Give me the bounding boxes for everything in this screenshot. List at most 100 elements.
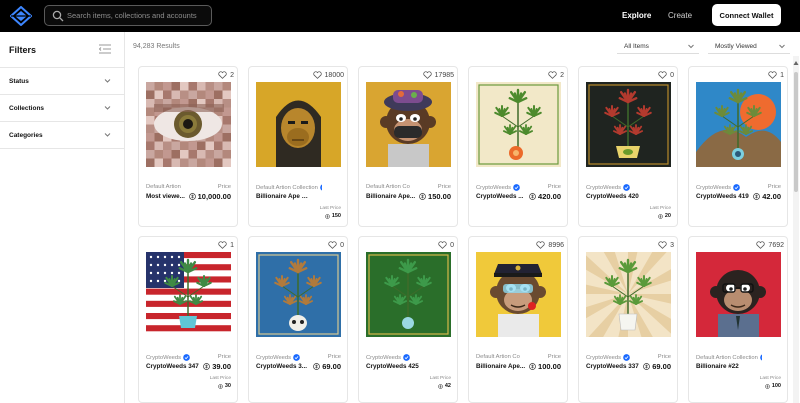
heart-icon[interactable] — [756, 241, 766, 249]
nft-card-0[interactable]: 2 Default Artion Price Most viewe... 10,… — [138, 66, 238, 227]
nft-card-10[interactable]: 3 CryptoWeeds Price CryptoWeeds 337 69.0… — [578, 236, 678, 403]
nft-image[interactable] — [696, 252, 781, 337]
nft-name[interactable]: CryptoWeeds ... — [476, 193, 523, 200]
heart-icon[interactable] — [768, 71, 777, 79]
collection-name[interactable]: Default Artion Collection — [256, 184, 322, 191]
nft-card-6[interactable]: 1 CryptoWeeds Price CryptoWeeds 347 39.0… — [138, 236, 238, 403]
verified-badge-icon — [623, 354, 630, 361]
heart-icon[interactable] — [536, 241, 546, 249]
heart-icon[interactable] — [658, 71, 667, 79]
collection-name[interactable]: Default Artion Co — [366, 184, 410, 190]
scrollbar-thumb[interactable] — [794, 72, 798, 192]
last-price-amount: 20 — [664, 213, 671, 219]
nft-image[interactable] — [366, 82, 451, 167]
heart-icon[interactable] — [312, 71, 322, 79]
nft-card-3[interactable]: 2 CryptoWeeds Price CryptoWeeds ... 420.… — [468, 66, 568, 227]
like-count[interactable]: 0 — [328, 241, 344, 249]
collapse-filters-icon[interactable] — [99, 44, 111, 54]
collection-name[interactable]: Default Artion — [146, 184, 181, 190]
nft-name[interactable]: CryptoWeeds 337 — [586, 363, 639, 370]
collection-name[interactable]: CryptoWeeds — [476, 184, 520, 191]
nft-image[interactable] — [256, 82, 341, 167]
currency-icon — [529, 363, 536, 370]
search-box[interactable] — [44, 5, 212, 26]
heart-icon[interactable] — [548, 71, 557, 79]
heart-icon[interactable] — [438, 241, 447, 249]
nft-name[interactable]: Billionaire Ape... — [476, 363, 525, 370]
scroll-up-arrow-icon[interactable] — [793, 60, 799, 66]
like-count[interactable]: 18000 — [312, 71, 344, 79]
filter-section-categories[interactable]: Categories — [0, 122, 124, 149]
nft-card-9[interactable]: 8996 Default Artion Co Price Billionaire… — [468, 236, 568, 403]
nft-card-1[interactable]: 18000 Default Artion Collection Billiona… — [248, 66, 348, 227]
collection-name[interactable]: CryptoWeeds — [366, 354, 410, 361]
like-count[interactable]: 17985 — [422, 71, 454, 79]
collection-name[interactable]: Default Artion Co — [476, 354, 520, 360]
nft-image[interactable] — [586, 252, 671, 337]
nav-create-link[interactable]: Create — [668, 11, 692, 20]
heart-icon[interactable] — [422, 71, 432, 79]
connect-wallet-button[interactable]: Connect Wallet — [712, 4, 781, 26]
nft-card-2[interactable]: 17985 Default Artion Co Price Billionair… — [358, 66, 458, 227]
nft-image[interactable] — [476, 82, 561, 167]
nft-image[interactable] — [366, 252, 451, 337]
nft-card-8[interactable]: 0 CryptoWeeds CryptoWeeds 425 Last Price… — [358, 236, 458, 403]
like-count[interactable]: 2 — [548, 71, 564, 79]
chevron-down-icon — [688, 44, 694, 49]
filter-section-status[interactable]: Status — [0, 68, 124, 95]
filter-section-collections[interactable]: Collections — [0, 95, 124, 122]
like-count-value: 1 — [780, 71, 784, 79]
heart-icon[interactable] — [218, 71, 227, 79]
search-input[interactable] — [67, 8, 209, 23]
collection-name[interactable]: CryptoWeeds — [696, 184, 740, 191]
collection-name[interactable]: CryptoWeeds — [586, 354, 630, 361]
nft-name[interactable]: Billionaire Ape #27 — [256, 193, 311, 200]
nft-name[interactable]: Billionaire #22 — [696, 363, 739, 370]
nft-card-7[interactable]: 0 CryptoWeeds Price CryptoWeeds 3... 69.… — [248, 236, 348, 403]
filter-section-label: Categories — [9, 132, 43, 139]
chevron-down-icon — [104, 106, 111, 110]
nft-image[interactable] — [696, 82, 781, 167]
price-label: Price — [217, 354, 231, 360]
nft-image[interactable] — [256, 252, 341, 337]
last-price-value: 20 — [657, 213, 671, 219]
like-count[interactable]: 0 — [438, 241, 454, 249]
nft-card-11[interactable]: 7692 Default Artion Collection Billionai… — [688, 236, 788, 403]
like-count[interactable]: 7692 — [756, 241, 784, 249]
cube-logo-icon[interactable] — [10, 6, 32, 26]
nft-name[interactable]: CryptoWeeds 420 — [586, 193, 639, 200]
heart-icon[interactable] — [218, 241, 227, 249]
collection-name[interactable]: CryptoWeeds — [586, 184, 630, 191]
heart-icon[interactable] — [328, 241, 337, 249]
nft-name[interactable]: CryptoWeeds 425 — [366, 363, 419, 370]
nft-name[interactable]: Billionaire Ape... — [366, 193, 415, 200]
heart-icon[interactable] — [658, 241, 667, 249]
select-value: All Items — [624, 43, 649, 50]
nft-image[interactable] — [586, 82, 671, 167]
nft-name[interactable]: CryptoWeeds 3... — [256, 363, 307, 370]
like-count[interactable]: 2 — [218, 71, 234, 79]
price-label: Price — [327, 354, 341, 360]
currency-icon — [419, 193, 426, 200]
like-count[interactable]: 8996 — [536, 241, 564, 249]
items-filter-select[interactable]: All Items — [617, 39, 699, 54]
nft-image[interactable] — [146, 82, 231, 167]
like-count[interactable]: 1 — [218, 241, 234, 249]
nft-name[interactable]: CryptoWeeds 419 — [696, 193, 749, 200]
nft-image[interactable] — [146, 252, 231, 337]
like-count[interactable]: 1 — [768, 71, 784, 79]
collection-name[interactable]: CryptoWeeds — [256, 354, 300, 361]
like-count[interactable]: 3 — [658, 241, 674, 249]
nft-name[interactable]: CryptoWeeds 347 — [146, 363, 199, 370]
like-count-value: 2 — [230, 71, 234, 79]
like-count[interactable]: 0 — [658, 71, 674, 79]
sort-select[interactable]: Mostly Viewed — [708, 39, 790, 54]
nft-card-4[interactable]: 0 CryptoWeeds CryptoWeeds 420 Last Price… — [578, 66, 678, 227]
nft-image[interactable] — [476, 252, 561, 337]
nav-explore-link[interactable]: Explore — [622, 11, 651, 20]
collection-name[interactable]: CryptoWeeds — [146, 354, 190, 361]
nft-name[interactable]: Most viewe... — [146, 193, 185, 200]
price-value: 420.00 — [529, 192, 561, 201]
collection-name[interactable]: Default Artion Collection — [696, 354, 762, 361]
nft-card-5[interactable]: 1 CryptoWeeds Price CryptoWeeds 419 42.0… — [688, 66, 788, 227]
